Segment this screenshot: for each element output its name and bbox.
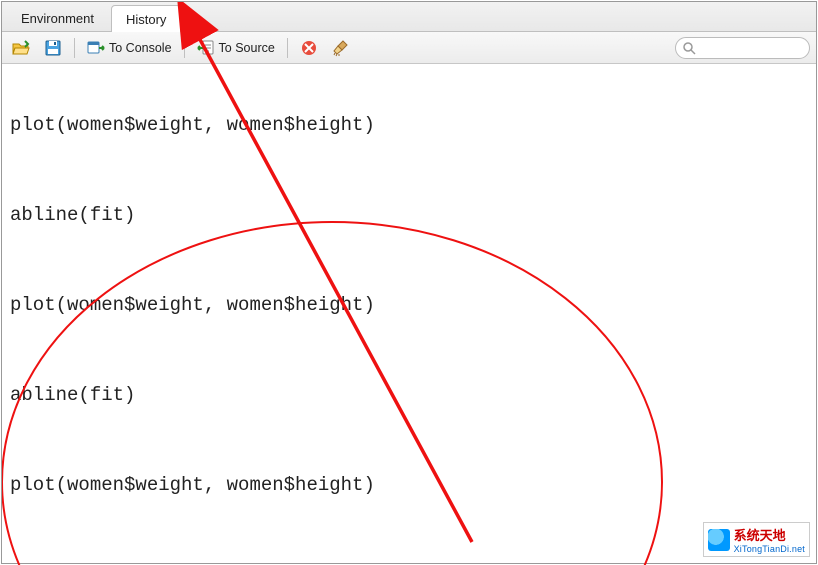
history-line[interactable]: abline(fit): [10, 560, 808, 563]
search-input[interactable]: [696, 41, 803, 55]
open-button[interactable]: [8, 37, 34, 59]
history-line[interactable]: abline(fit): [10, 200, 808, 230]
tab-bar: Environment History: [2, 2, 816, 32]
save-icon: [44, 39, 62, 57]
history-pane: Environment History To Console To Source: [1, 1, 817, 564]
to-console-button[interactable]: To Console: [83, 37, 176, 59]
history-line[interactable]: plot(women$weight, women$height): [10, 110, 808, 140]
watermark-url: XiTongTianDi.net: [734, 544, 805, 554]
separator: [287, 38, 288, 58]
to-source-button[interactable]: To Source: [193, 37, 279, 59]
to-source-label: To Source: [219, 41, 275, 55]
delete-button[interactable]: [296, 37, 322, 59]
search-box[interactable]: [675, 37, 810, 59]
to-console-icon: [87, 39, 105, 57]
history-line[interactable]: abline(fit): [10, 380, 808, 410]
watermark-logo-icon: [708, 529, 730, 551]
history-line[interactable]: plot(women$weight, women$height): [10, 290, 808, 320]
to-source-icon: [197, 39, 215, 57]
folder-open-icon: [12, 39, 30, 57]
watermark-brand: 系统天地: [734, 528, 786, 543]
tab-environment[interactable]: Environment: [6, 4, 109, 31]
to-console-label: To Console: [109, 41, 172, 55]
tab-history[interactable]: History: [111, 5, 181, 32]
history-line[interactable]: plot(women$weight, women$height): [10, 470, 808, 500]
history-content[interactable]: plot(women$weight, women$height) abline(…: [2, 64, 816, 563]
watermark: 系统天地 XiTongTianDi.net: [703, 522, 810, 557]
search-icon: [682, 41, 696, 55]
separator: [184, 38, 185, 58]
delete-icon: [300, 39, 318, 57]
save-button[interactable]: [40, 37, 66, 59]
toolbar: To Console To Source: [2, 32, 816, 64]
clear-button[interactable]: [328, 37, 354, 59]
separator: [74, 38, 75, 58]
broom-icon: [332, 39, 350, 57]
